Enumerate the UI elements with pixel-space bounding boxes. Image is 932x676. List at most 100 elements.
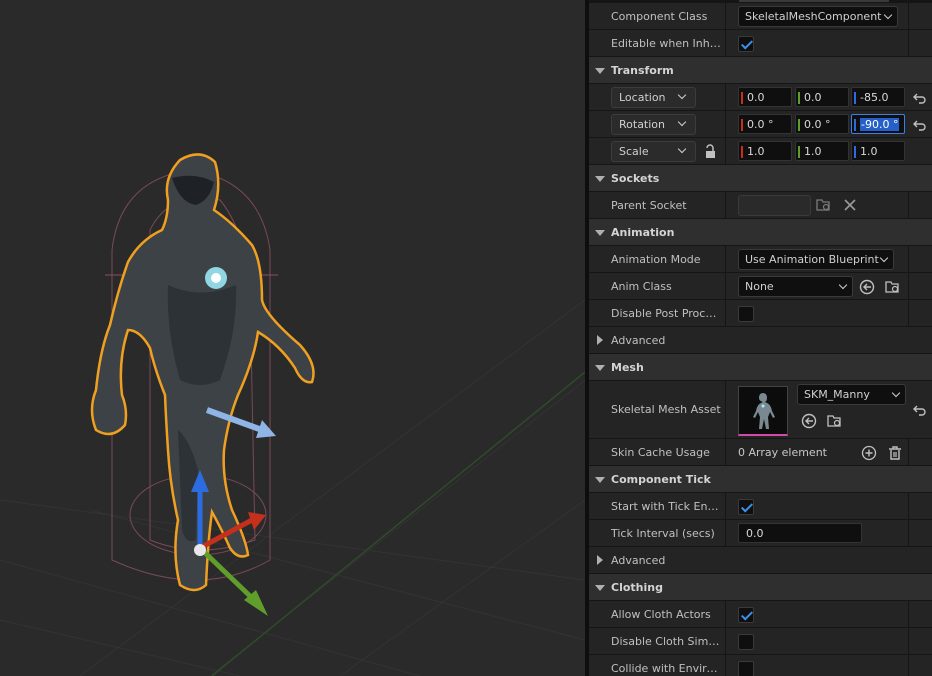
collide-env-checkbox[interactable]: [738, 661, 754, 676]
details-panel: Component Class SkeletalMeshComponent Ed…: [589, 0, 932, 676]
allow-cloth-checkbox[interactable]: [738, 607, 754, 623]
row-animation-mode: Animation Mode Use Animation Blueprint: [589, 246, 932, 273]
row-anim-class: Anim Class None: [589, 273, 932, 300]
category-label: Animation: [611, 226, 675, 239]
category-animation[interactable]: Animation: [589, 219, 932, 246]
browse-folder-icon[interactable]: [827, 413, 843, 429]
component-class-value: SkeletalMeshComponent: [745, 10, 882, 23]
parent-socket-field[interactable]: [738, 195, 811, 216]
collapse-arrow-icon: [597, 555, 603, 565]
component-class-dropdown[interactable]: SkeletalMeshComponent: [738, 6, 898, 27]
chevron-down-icon: [891, 388, 901, 398]
reset-arrow-icon[interactable]: [913, 403, 927, 417]
row-rotation: Rotation 0.0 ° 0.0 ° -90.0 °: [589, 111, 932, 138]
label-tick-interval: Tick Interval (secs): [611, 527, 715, 540]
row-start-tick: Start with Tick Enabl...: [589, 493, 932, 520]
location-z-value: -85.0: [860, 91, 889, 104]
chevron-down-icon: [879, 253, 889, 263]
label-allow-cloth: Allow Cloth Actors: [611, 608, 711, 621]
use-selected-arrow-icon[interactable]: [801, 413, 817, 429]
rotation-mode-dropdown[interactable]: Rotation: [611, 114, 696, 135]
animation-mode-value: Use Animation Blueprint: [745, 253, 879, 266]
category-label: Sockets: [611, 172, 660, 185]
subcategory-tick-advanced[interactable]: Advanced: [589, 547, 932, 574]
row-scale: Scale 1.0 1.0 1.0: [589, 138, 932, 165]
delete-icon[interactable]: [887, 445, 903, 461]
expand-arrow-icon: [595, 230, 605, 236]
expand-arrow-icon: [595, 365, 605, 371]
scale-x-field[interactable]: 1.0: [738, 141, 792, 161]
add-icon[interactable]: [861, 445, 877, 461]
chevron-down-icon: [883, 10, 893, 20]
category-clothing[interactable]: Clothing: [589, 574, 932, 601]
skeletal-mesh-value: SKM_Manny: [804, 388, 870, 401]
location-x-field[interactable]: 0.0: [738, 87, 792, 107]
location-x-value: 0.0: [747, 91, 765, 104]
animation-mode-dropdown[interactable]: Use Animation Blueprint: [738, 249, 894, 270]
lock-icon[interactable]: [703, 143, 719, 159]
collapse-arrow-icon: [597, 335, 603, 345]
reset-arrow-icon[interactable]: [913, 91, 927, 105]
editable-inherited-checkbox[interactable]: [738, 36, 754, 52]
location-z-field[interactable]: -85.0: [851, 87, 905, 107]
row-parent-socket: Parent Socket: [589, 192, 932, 219]
anim-class-dropdown[interactable]: None: [738, 276, 853, 297]
row-allow-cloth: Allow Cloth Actors: [589, 601, 932, 628]
label-component-class: Component Class: [611, 10, 708, 23]
label-start-tick: Start with Tick Enabl...: [611, 500, 723, 513]
category-component-tick[interactable]: Component Tick: [589, 466, 932, 493]
rotation-x-value: 0.0 °: [747, 118, 774, 131]
chevron-down-icon: [677, 117, 687, 127]
skeletal-mesh-dropdown[interactable]: SKM_Manny: [797, 384, 906, 405]
tick-interval-value: 0.0: [746, 527, 764, 540]
viewport-scene: [0, 153, 585, 676]
browse-folder-icon[interactable]: [885, 279, 901, 295]
location-y-field[interactable]: 0.0: [795, 87, 849, 107]
scale-y-value: 1.0: [804, 145, 822, 158]
disable-cloth-checkbox[interactable]: [738, 634, 754, 650]
label-disable-cloth: Disable Cloth Simula...: [611, 635, 723, 648]
mesh-thumbnail[interactable]: [738, 386, 788, 436]
expand-arrow-icon: [595, 585, 605, 591]
category-label: Transform: [611, 64, 674, 77]
location-mode-label: Location: [619, 91, 666, 104]
row-component-class: Component Class SkeletalMeshComponent: [589, 3, 932, 30]
row-disable-cloth: Disable Cloth Simula...: [589, 628, 932, 655]
subcategory-animation-advanced[interactable]: Advanced: [589, 327, 932, 354]
scale-y-field[interactable]: 1.0: [795, 141, 849, 161]
label-editable-inherited: Editable when Inherit...: [611, 37, 723, 50]
category-label: Component Tick: [611, 473, 711, 486]
use-selected-arrow-icon[interactable]: [859, 279, 875, 295]
rotation-z-field[interactable]: -90.0 °: [851, 114, 905, 134]
rotation-y-field[interactable]: 0.0 °: [795, 114, 849, 134]
label-animation-mode: Animation Mode: [611, 253, 701, 266]
level-viewport[interactable]: [0, 0, 585, 676]
reset-arrow-icon[interactable]: [913, 118, 927, 132]
disable-post-checkbox[interactable]: [738, 306, 754, 322]
category-mesh[interactable]: Mesh: [589, 354, 932, 381]
expand-arrow-icon: [595, 176, 605, 182]
browse-folder-icon[interactable]: [816, 197, 832, 213]
scale-x-value: 1.0: [747, 145, 765, 158]
category-label: Mesh: [611, 361, 644, 374]
tick-interval-field[interactable]: 0.0: [738, 523, 862, 543]
rotation-z-value: -90.0 °: [860, 118, 900, 131]
rotation-x-field[interactable]: 0.0 °: [738, 114, 792, 134]
scale-mode-dropdown[interactable]: Scale: [611, 141, 696, 162]
row-collide-env: Collide with Environ...: [589, 655, 932, 676]
chevron-down-icon: [677, 90, 687, 100]
scale-z-field[interactable]: 1.0: [851, 141, 905, 161]
label-disable-post: Disable Post Proces...: [611, 307, 723, 320]
clear-x-icon[interactable]: [842, 197, 858, 213]
location-mode-dropdown[interactable]: Location: [611, 87, 696, 108]
skin-cache-value: 0 Array element: [738, 446, 827, 459]
character-mannequin[interactable]: [90, 153, 315, 592]
category-sockets[interactable]: Sockets: [589, 165, 932, 192]
category-label: Clothing: [611, 581, 663, 594]
chevron-down-icon: [677, 144, 687, 154]
scale-z-value: 1.0: [860, 145, 878, 158]
row-skin-cache: Skin Cache Usage 0 Array element: [589, 439, 932, 466]
category-transform[interactable]: Transform: [589, 57, 932, 84]
start-tick-checkbox[interactable]: [738, 499, 754, 515]
location-y-value: 0.0: [804, 91, 822, 104]
